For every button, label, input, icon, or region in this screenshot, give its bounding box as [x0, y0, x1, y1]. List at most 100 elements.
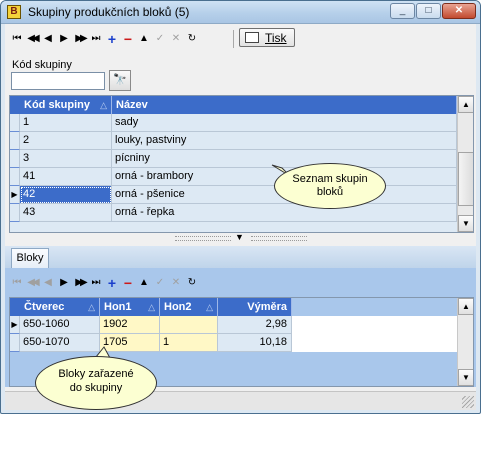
cell-ctverec[interactable]: 650-1060 — [20, 316, 100, 334]
cancel-record-button[interactable]: ✕ — [168, 31, 184, 47]
column-header-code[interactable]: Kód skupiny △ — [20, 96, 112, 114]
row-indicator[interactable] — [10, 168, 20, 186]
print-label: Tisk — [265, 31, 287, 45]
table-row[interactable]: 43 orná - řepka — [10, 204, 457, 222]
scroll-down-button[interactable]: ▼ — [458, 369, 473, 386]
group-code-input[interactable] — [11, 72, 105, 90]
cell-name[interactable]: louky, pastviny — [112, 132, 457, 150]
next-page-button[interactable]: ▶▶ — [72, 275, 88, 291]
cell-code[interactable]: 1 — [20, 114, 112, 132]
cell-vymera[interactable]: 2,98 — [218, 316, 292, 334]
table-row[interactable]: 41 orná - brambory — [10, 168, 457, 186]
sort-icon: △ — [148, 302, 155, 312]
table-row[interactable]: ▶ 42 orná - pšenice — [10, 186, 457, 204]
printer-icon — [245, 32, 259, 43]
print-button[interactable]: Tisk — [239, 28, 295, 47]
post-record-button[interactable]: ✓ — [152, 275, 168, 291]
prev-record-button[interactable]: ◀ — [40, 31, 56, 47]
blocks-grid-header: Čtverec △ Hon1 △ Hon2 △ Výměra — [10, 298, 457, 316]
binoculars-icon: 🔭 — [113, 74, 127, 86]
table-row[interactable]: ▶ 650-1060 1902 2,98 — [10, 316, 457, 334]
table-row[interactable]: 650-1070 1705 1 10,18 — [10, 334, 457, 352]
main-window: B Skupiny produkčních bloků (5) _ □ ✕ ⏮ ◀… — [0, 0, 481, 414]
delete-record-button[interactable]: − — [120, 31, 136, 47]
detail-tab-bar: Bloky — [5, 246, 476, 269]
row-indicator[interactable] — [10, 114, 20, 132]
groups-grid-header: Kód skupiny △ Název — [10, 96, 457, 114]
cell-ctverec[interactable]: 650-1070 — [20, 334, 100, 352]
next-page-button[interactable]: ▶▶ — [72, 31, 88, 47]
sort-icon: △ — [88, 302, 95, 312]
add-record-button[interactable]: + — [104, 275, 120, 291]
app-icon: B — [7, 5, 21, 19]
delete-record-button[interactable]: − — [120, 275, 136, 291]
row-indicator[interactable] — [10, 150, 20, 168]
column-header-name[interactable]: Název — [112, 96, 457, 114]
cell-name[interactable]: orná - řepka — [112, 204, 457, 222]
last-record-button[interactable]: ⏭ — [88, 275, 104, 291]
cancel-record-button[interactable]: ✕ — [168, 275, 184, 291]
first-record-button[interactable]: ⏮ — [9, 275, 25, 291]
resize-grip-icon[interactable] — [462, 396, 474, 408]
panel-splitter[interactable]: ▼ — [5, 232, 476, 242]
prev-page-button[interactable]: ◀◀ — [24, 275, 40, 291]
cell-name[interactable]: sady — [112, 114, 457, 132]
add-record-button[interactable]: + — [104, 31, 120, 47]
cell-code[interactable]: 2 — [20, 132, 112, 150]
minimize-button[interactable]: _ — [390, 3, 415, 19]
edit-record-button[interactable]: ▲ — [136, 275, 152, 291]
next-record-button[interactable]: ▶ — [56, 275, 72, 291]
edit-record-button[interactable]: ▲ — [136, 31, 152, 47]
cell-code[interactable]: 42 — [20, 186, 112, 204]
cell-hon2[interactable] — [160, 316, 218, 334]
callout-groups-list: Seznam skupin bloků — [274, 163, 386, 209]
scroll-up-button[interactable]: ▲ — [458, 298, 473, 315]
column-header-hon1-label: Hon1 — [104, 301, 132, 313]
row-indicator[interactable]: ▶ — [10, 186, 20, 204]
title-bar[interactable]: B Skupiny produkčních bloků (5) _ □ ✕ — [1, 1, 480, 24]
column-header-hon2-label: Hon2 — [164, 301, 192, 313]
table-row[interactable]: 1 sady — [10, 114, 457, 132]
scroll-down-button[interactable]: ▼ — [458, 215, 473, 232]
cell-hon1[interactable]: 1705 — [100, 334, 160, 352]
row-indicator[interactable] — [10, 334, 20, 352]
column-header-ctverec-label: Čtverec — [24, 301, 65, 313]
post-record-button[interactable]: ✓ — [152, 31, 168, 47]
row-indicator[interactable]: ▶ — [10, 316, 20, 334]
refresh-button[interactable]: ↻ — [184, 31, 200, 47]
cell-hon1[interactable]: 1902 — [100, 316, 160, 334]
cell-code[interactable]: 3 — [20, 150, 112, 168]
last-record-button[interactable]: ⏭ — [88, 31, 104, 47]
chevron-down-icon[interactable]: ▼ — [235, 232, 244, 242]
table-row[interactable]: 3 pícniny — [10, 150, 457, 168]
group-code-label: Kód skupiny — [12, 59, 72, 71]
scroll-thumb[interactable] — [458, 152, 473, 206]
blocks-vertical-scrollbar[interactable]: ▲ ▼ — [457, 298, 473, 386]
tab-bloky[interactable]: Bloky — [11, 248, 49, 268]
groups-vertical-scrollbar[interactable]: ▲ ▼ — [457, 96, 473, 232]
cell-code[interactable]: 41 — [20, 168, 112, 186]
refresh-button[interactable]: ↻ — [184, 275, 200, 291]
cell-hon2[interactable]: 1 — [160, 334, 218, 352]
client-area: ⏮ ◀◀ ◀ ▶ ▶▶ ⏭ + − ▲ ✓ ✕ ↻ Tisk Kód skupiny 🔭 Kód sk… — [5, 24, 476, 410]
row-indicator[interactable] — [10, 132, 20, 150]
find-button[interactable]: 🔭 — [109, 70, 131, 91]
prev-page-button[interactable]: ◀◀ — [24, 31, 40, 47]
column-header-hon1[interactable]: Hon1 △ — [100, 298, 160, 316]
column-header-hon2[interactable]: Hon2 △ — [160, 298, 218, 316]
cell-code[interactable]: 43 — [20, 204, 112, 222]
close-button[interactable]: ✕ — [442, 3, 476, 19]
prev-record-button[interactable]: ◀ — [40, 275, 56, 291]
toolbar-separator — [233, 30, 234, 48]
column-header-ctverec[interactable]: Čtverec △ — [20, 298, 100, 316]
table-row[interactable]: 2 louky, pastviny — [10, 132, 457, 150]
row-indicator[interactable] — [10, 204, 20, 222]
cell-vymera[interactable]: 10,18 — [218, 334, 292, 352]
maximize-button[interactable]: □ — [416, 3, 441, 19]
next-record-button[interactable]: ▶ — [56, 31, 72, 47]
cell-name[interactable]: pícniny — [112, 150, 457, 168]
scroll-up-button[interactable]: ▲ — [458, 96, 473, 113]
first-record-button[interactable]: ⏮ — [9, 31, 25, 47]
column-header-vymera[interactable]: Výměra — [218, 298, 292, 316]
splitter-grip-right — [251, 236, 307, 241]
